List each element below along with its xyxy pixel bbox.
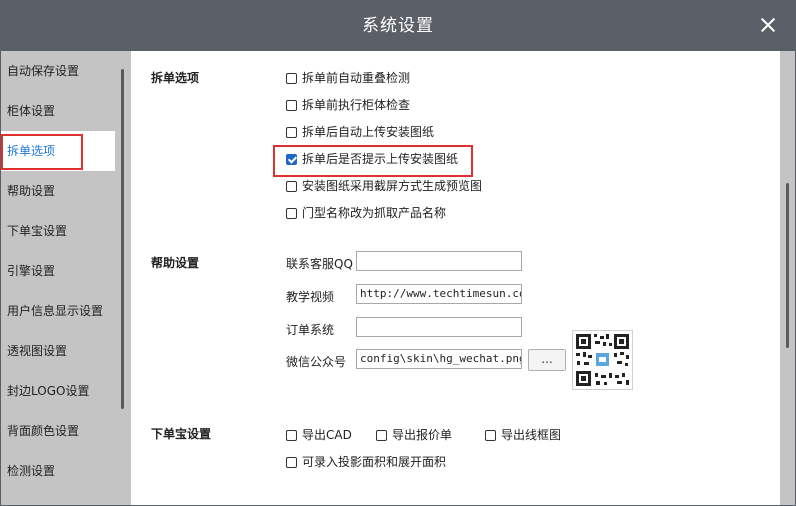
checkbox-box[interactable] — [286, 181, 297, 192]
wechat-image-path-input[interactable]: config\skin\hg_wechat.png — [356, 349, 522, 369]
tutorial-video-input[interactable]: http://www.techtimesun.com/ — [356, 284, 522, 304]
sidebar: 自动保存设置 柜体设置 拆单选项 帮助设置 下单宝设置 引擎设置 用户信息显示设… — [1, 51, 115, 505]
browse-button[interactable]: ... — [528, 349, 566, 371]
checkbox-box[interactable] — [286, 127, 297, 138]
checkbox-box[interactable] — [286, 208, 297, 219]
sidebar-item-more[interactable]: ......设置 — [1, 491, 115, 505]
highlight-box-checkbox — [273, 145, 473, 177]
sidebar-scrollbar[interactable] — [115, 51, 131, 505]
label-order-system: 订单系统 — [286, 323, 335, 337]
sidebar-item-order[interactable]: 下单宝设置 — [1, 211, 115, 251]
checkbox-cabinet-check[interactable]: 拆单前执行柜体检查 — [286, 97, 410, 113]
sidebar-item-engine[interactable]: 引擎设置 — [1, 251, 115, 291]
checkbox-export-quote[interactable]: 导出报价单 — [376, 427, 452, 443]
checkbox-box[interactable] — [286, 430, 297, 441]
qr-code-graphic — [576, 334, 629, 386]
checkbox-auto-overlap-detect[interactable]: 拆单前自动重叠检测 — [286, 70, 410, 86]
checkbox-box[interactable] — [376, 430, 387, 441]
window-title: 系统设置 — [362, 16, 434, 36]
sidebar-item-edge-logo[interactable]: 封边LOGO设置 — [1, 371, 115, 411]
settings-content: 拆单选项 拆单前自动重叠检测 拆单前执行柜体检查 拆单后自动上传安装图纸 拆单后… — [131, 51, 779, 505]
sidebar-item-cabinet[interactable]: 柜体设置 — [1, 91, 115, 131]
sidebar-scrollbar-thumb[interactable] — [121, 69, 124, 409]
checkbox-box[interactable] — [286, 100, 297, 111]
label-tutorial-video: 教学视频 — [286, 290, 335, 304]
label-wechat-account: 微信公众号 — [286, 355, 347, 369]
close-icon[interactable] — [759, 16, 777, 34]
content-scrollbar[interactable] — [780, 51, 795, 505]
checkbox-box[interactable] — [286, 73, 297, 84]
section-title-split-options: 拆单选项 — [151, 71, 200, 85]
title-bar: 系统设置 — [1, 1, 795, 51]
content-scrollbar-thumb[interactable] — [786, 183, 789, 348]
section-title-help-settings: 帮助设置 — [151, 256, 200, 270]
qr-code-icon — [572, 330, 633, 390]
sidebar-item-autosave[interactable]: 自动保存设置 — [1, 51, 115, 91]
sidebar-item-detect[interactable]: 检测设置 — [1, 451, 115, 491]
checkbox-box[interactable] — [286, 457, 297, 468]
sidebar-item-perspective[interactable]: 透视图设置 — [1, 331, 115, 371]
checkbox-export-wireframe[interactable]: 导出线框图 — [485, 427, 561, 443]
order-system-input[interactable] — [356, 317, 522, 337]
support-qq-input[interactable] — [356, 251, 522, 271]
settings-window: 系统设置 自动保存设置 柜体设置 拆单选项 帮助设置 下单宝设置 引擎设置 用户… — [0, 0, 796, 506]
label-support-qq: 联系客服QQ — [286, 257, 353, 271]
checkbox-door-name-product[interactable]: 门型名称改为抓取产品名称 — [286, 205, 446, 221]
highlight-box-sidebar — [1, 134, 83, 170]
sidebar-item-back-color[interactable]: 背面颜色设置 — [1, 411, 115, 451]
sidebar-item-help[interactable]: 帮助设置 — [1, 171, 115, 211]
checkbox-export-cad[interactable]: 导出CAD — [286, 427, 352, 443]
section-title-order-settings: 下单宝设置 — [151, 427, 212, 441]
checkbox-screenshot-preview[interactable]: 安装图纸采用截屏方式生成预览图 — [286, 178, 482, 194]
checkbox-box[interactable] — [485, 430, 496, 441]
sidebar-item-user-info[interactable]: 用户信息显示设置 — [1, 291, 115, 331]
checkbox-projection-area[interactable]: 可录入投影面积和展开面积 — [286, 454, 446, 470]
checkbox-auto-upload-drawings[interactable]: 拆单后自动上传安装图纸 — [286, 124, 434, 140]
